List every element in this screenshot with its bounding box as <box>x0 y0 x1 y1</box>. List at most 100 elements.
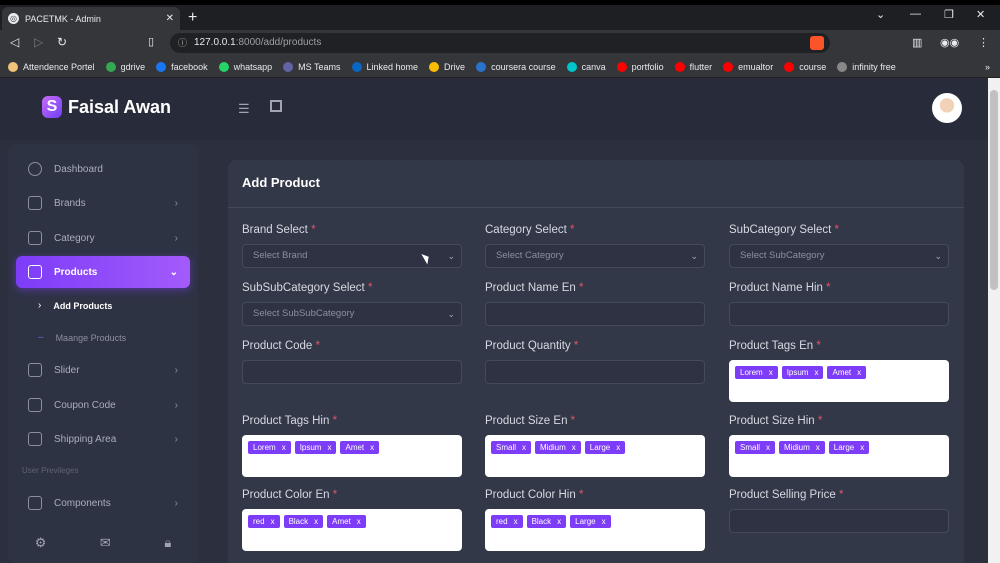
product-name-hin-input[interactable] <box>729 302 949 326</box>
product-code-input[interactable] <box>242 360 462 384</box>
tag-remove-icon[interactable]: x <box>816 443 820 452</box>
window-close-icon[interactable]: ✕ <box>976 8 985 21</box>
tag-chip[interactable]: Large x <box>828 441 870 454</box>
tag-chip[interactable]: Amet x <box>327 515 366 528</box>
selling-price-input[interactable] <box>729 509 949 533</box>
tag-remove-icon[interactable]: x <box>514 517 518 526</box>
product-quantity-input[interactable] <box>485 360 705 384</box>
tag-remove-icon[interactable]: x <box>271 517 275 526</box>
tag-chip[interactable]: red x <box>248 515 280 528</box>
tag-remove-icon[interactable]: x <box>327 443 331 452</box>
tag-remove-icon[interactable]: x <box>769 368 773 377</box>
bookmark-item[interactable]: infinity free <box>837 61 896 72</box>
sidebar-item-brands[interactable]: Brands › <box>16 188 190 218</box>
tags-input[interactable]: red x Black x Large x <box>485 509 705 551</box>
page-scrollbar[interactable] <box>988 78 1000 563</box>
browser-menu-icon[interactable]: ⋮ <box>978 36 989 49</box>
sidebar-item-dashboard[interactable]: Dashboard <box>16 154 190 184</box>
bookmark-item[interactable]: emualtor <box>723 61 773 72</box>
tag-remove-icon[interactable]: x <box>616 443 620 452</box>
product-name-en-input[interactable] <box>485 302 705 326</box>
tag-remove-icon[interactable]: x <box>282 443 286 452</box>
fullscreen-icon[interactable] <box>270 100 282 112</box>
tag-remove-icon[interactable]: x <box>572 443 576 452</box>
bookmarks-more-icon[interactable]: » <box>985 62 990 72</box>
lock-icon[interactable]: 🔒︎ <box>164 535 171 551</box>
bookmark-icon[interactable]: ▯ <box>148 35 154 48</box>
tags-input[interactable]: red x Black x Amet x <box>242 509 462 551</box>
brave-shield-icon[interactable] <box>810 36 824 50</box>
tag-remove-icon[interactable]: x <box>357 517 361 526</box>
sidebar-item-components[interactable]: Components › <box>16 488 190 518</box>
new-tab-button[interactable]: + <box>188 9 197 27</box>
sidebar-item-slider[interactable]: Slider › <box>16 355 190 385</box>
tag-chip[interactable]: Lorem x <box>735 366 778 379</box>
tab-close-icon[interactable]: ✕ <box>166 13 174 24</box>
category-select[interactable]: Select Category ⌄ <box>485 244 705 268</box>
browser-tab[interactable]: ◎ PACETMK - Admin ✕ <box>2 7 180 30</box>
submenu-add-products[interactable]: › Add Products <box>38 300 112 311</box>
tag-chip[interactable]: Black x <box>526 515 567 528</box>
tag-chip[interactable]: Large x <box>570 515 611 528</box>
hamburger-menu-icon[interactable]: ☰ <box>238 101 250 117</box>
brand-logo[interactable]: S Faisal Awan <box>42 96 171 118</box>
tag-chip[interactable]: Amet x <box>340 441 380 454</box>
bookmark-item[interactable]: flutter <box>674 61 712 72</box>
tag-remove-icon[interactable]: x <box>314 517 318 526</box>
tags-input[interactable]: Lorem x Ipsum x Amet x <box>242 435 462 477</box>
bookmark-item[interactable]: portfolio <box>616 61 664 72</box>
tag-remove-icon[interactable]: x <box>522 443 526 452</box>
tag-chip[interactable]: Small x <box>735 441 776 454</box>
bookmark-item[interactable]: course <box>784 61 826 72</box>
bookmark-item[interactable]: coursera course <box>476 61 556 72</box>
tag-chip[interactable]: Midium x <box>779 441 825 454</box>
tags-input[interactable]: Small x Midium x Large x <box>485 435 705 477</box>
tag-chip[interactable]: Large x <box>584 441 626 454</box>
brand-select[interactable]: Select Brand ⌄ <box>242 244 462 268</box>
tag-chip[interactable]: Black x <box>283 515 324 528</box>
sidebar-toggle-icon[interactable]: ▥ <box>912 36 922 49</box>
reload-icon[interactable]: ↻ <box>57 35 67 49</box>
tag-chip[interactable]: Lorem x <box>248 441 291 454</box>
bookmark-item[interactable]: whatsapp <box>218 61 272 72</box>
subsubcategory-select[interactable]: Select SubSubCategory ⌄ <box>242 302 462 326</box>
sidebar-item-shipping-area[interactable]: Shipping Area › <box>16 424 190 454</box>
tag-remove-icon[interactable]: x <box>557 517 561 526</box>
bookmark-item[interactable]: Linked home <box>351 61 418 72</box>
user-avatar[interactable] <box>932 93 962 123</box>
tag-chip[interactable]: Small x <box>491 441 532 454</box>
profile-icon[interactable]: ◉◉ <box>940 36 959 49</box>
address-bar[interactable]: ⓘ 127.0.0.1:8000/add/products <box>170 33 830 53</box>
bookmark-item[interactable]: facebook <box>156 61 208 72</box>
tag-chip[interactable]: Ipsum x <box>294 441 337 454</box>
tab-search-icon[interactable]: ⌄ <box>876 8 885 21</box>
tags-input[interactable]: Lorem x Ipsum x Amet x <box>729 360 949 402</box>
bookmark-item[interactable]: Attendence Portel <box>8 61 95 72</box>
tag-remove-icon[interactable]: x <box>766 443 770 452</box>
minimize-icon[interactable]: — <box>910 8 921 20</box>
submenu-manage-products[interactable]: – Maange Products <box>38 332 126 343</box>
back-icon[interactable]: ◁ <box>10 35 19 49</box>
subcategory-select[interactable]: Select SubCategory ⌄ <box>729 244 949 268</box>
settings-icon[interactable]: ⚙ <box>35 535 47 551</box>
tag-remove-icon[interactable]: x <box>370 443 374 452</box>
scrollbar-thumb[interactable] <box>990 90 998 290</box>
forward-icon[interactable]: ▷ <box>34 35 43 49</box>
bookmark-item[interactable]: Drive <box>429 61 465 72</box>
mail-icon[interactable]: ✉ <box>100 535 111 551</box>
tag-chip[interactable]: Ipsum x <box>781 366 824 379</box>
tag-chip[interactable]: Midium x <box>535 441 581 454</box>
bookmark-item[interactable]: gdrive <box>105 61 145 72</box>
bookmark-item[interactable]: canva <box>566 61 606 72</box>
sidebar-item-coupon-code[interactable]: Coupon Code › <box>16 390 190 420</box>
tag-remove-icon[interactable]: x <box>602 517 606 526</box>
tags-input[interactable]: Small x Midium x Large x <box>729 435 949 477</box>
restore-icon[interactable]: ❐ <box>944 8 954 21</box>
bookmark-item[interactable]: MS Teams <box>283 61 341 72</box>
sidebar-item-category[interactable]: Category › <box>16 223 190 253</box>
tag-chip[interactable]: red x <box>491 515 523 528</box>
tag-remove-icon[interactable]: x <box>857 368 861 377</box>
sidebar-item-products[interactable]: Products ⌄ <box>16 256 190 288</box>
tag-remove-icon[interactable]: x <box>860 443 864 452</box>
tag-chip[interactable]: Amet x <box>827 366 867 379</box>
